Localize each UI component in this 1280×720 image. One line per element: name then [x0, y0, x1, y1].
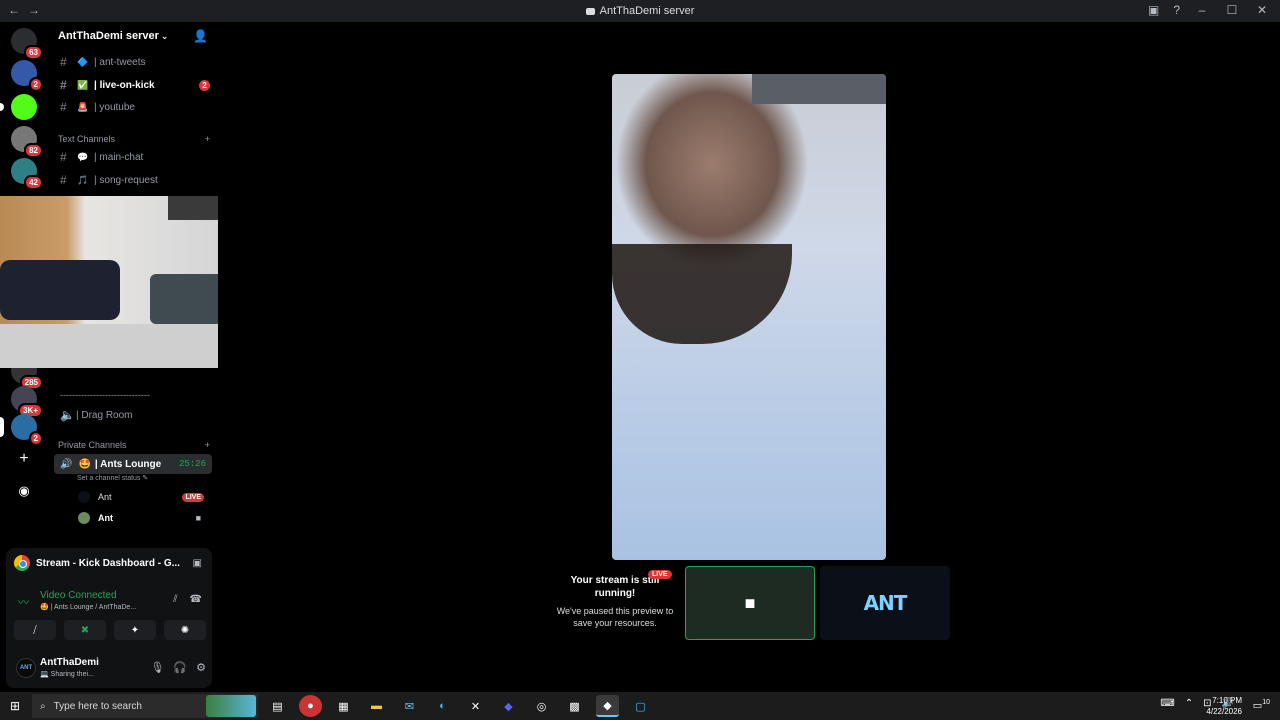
category-text-channels[interactable]: Text Channels + [58, 134, 210, 144]
add-channel-icon[interactable]: + [205, 440, 210, 450]
username: AntThaDemi [40, 657, 99, 668]
maximize-button[interactable]: ☐ [1224, 3, 1240, 17]
window-title: AntThaDemi server [0, 5, 1280, 17]
windows-taskbar: ⊞ ⌕ Type here to search ▤ ● ▦ ▬ ✉ ◐ ✕ ◆ … [0, 692, 1280, 720]
mail-icon[interactable]: ✉ [398, 695, 421, 717]
server-blue-waves[interactable]: 2 [11, 60, 43, 92]
task-view-icon[interactable]: ▤ [266, 695, 289, 717]
app-game-icon[interactable]: ▩ [563, 695, 586, 717]
chevron-up-icon[interactable]: ⌃ [1185, 698, 1193, 709]
stream-paused-message: Your stream is still running! We've paus… [556, 570, 674, 628]
voice-member[interactable]: Ant ■ [78, 509, 208, 527]
server-avatar-2[interactable]: 42 [11, 158, 43, 190]
channel-live-on-kick[interactable]: # ✅ | live-on-kick 2 [60, 75, 214, 95]
avatar: ANT [16, 658, 36, 678]
hash-icon: # [60, 150, 67, 164]
server-header[interactable]: AntThaDemi server ⌄ [58, 30, 168, 42]
chrome-icon [14, 555, 30, 571]
discord-active-icon[interactable]: ◆ [596, 695, 619, 717]
connection-status[interactable]: Video Connected [40, 590, 117, 601]
steam-icon[interactable]: ◎ [530, 695, 553, 717]
search-icon: ⌕ [40, 700, 46, 712]
channel-status-placeholder[interactable]: Set a channel status ✎ [77, 474, 148, 482]
keyboard-icon[interactable]: ⌨ [1160, 698, 1174, 709]
discord-icon [585, 7, 595, 15]
store-icon[interactable]: ▦ [332, 695, 355, 717]
voice-channel-ants-lounge[interactable]: 🔊 🤩 | Ants Lounge 25:26 [54, 454, 212, 474]
server-avatar-1[interactable]: 82 [11, 126, 43, 158]
windows-start-icon[interactable]: ⊞ [10, 699, 20, 713]
app-record-icon[interactable]: ● [299, 695, 322, 717]
camera-off-button[interactable]: ⧸ [14, 620, 56, 640]
server-kick[interactable] [0, 94, 37, 120]
hash-icon: # [60, 173, 67, 187]
microphone-icon[interactable]: 🎙 [150, 661, 164, 674]
voice-buttons: ⧸ ✖ ✦ ✺ [14, 620, 206, 640]
discover-icon[interactable]: ◉ [11, 478, 37, 504]
notification-icon[interactable]: ▭10 [1253, 699, 1270, 711]
taskbar-search[interactable]: ⌕ Type here to search [32, 694, 258, 718]
edge-icon[interactable]: ◐ [431, 695, 454, 717]
add-server-button[interactable]: + [11, 446, 37, 472]
noise-suppression-icon[interactable]: ⫽ [173, 594, 177, 605]
server-hidden-2[interactable]: 3K+ [11, 386, 43, 418]
hash-icon: # [60, 78, 67, 92]
file-explorer-icon[interactable]: ▬ [365, 695, 388, 717]
category-private-channels[interactable]: Private Channels + [58, 440, 210, 450]
avatar [78, 491, 90, 503]
divider-channel[interactable]: ------------------------------ [60, 390, 150, 400]
camera-icon: ■ [744, 592, 756, 613]
voice-panel: Stream - Kick Dashboard - G... ▣ 〰 Video… [6, 548, 212, 688]
channel-song-request[interactable]: # 🎵 | song-request [60, 170, 214, 190]
add-channel-icon[interactable]: + [205, 134, 210, 144]
participant-tile-ant[interactable]: ANT [820, 566, 950, 640]
channel-ant-tweets[interactable]: # 🔷 | ant-tweets [60, 52, 214, 72]
soundboard-button[interactable]: ✺ [164, 620, 206, 640]
title-bar: ← → AntThaDemi server ▣ ? – ☐ ✕ [0, 0, 1280, 22]
channel-youtube[interactable]: # 🚨 | youtube [60, 97, 214, 117]
activity-stream[interactable]: Stream - Kick Dashboard - G... ▣ [14, 554, 204, 572]
discord-home-button[interactable]: 63 [11, 28, 43, 60]
hash-icon: # [60, 100, 67, 114]
channel-main-chat[interactable]: # 💬 | main-chat [60, 147, 214, 167]
stop-stream-icon[interactable]: ▣ [193, 558, 202, 569]
speaker-icon: 🔊 [60, 458, 73, 470]
close-button[interactable]: ✕ [1254, 3, 1270, 17]
stream-stage: Your stream is still running! We've paus… [218, 22, 1280, 692]
activities-button[interactable]: ✦ [114, 620, 156, 640]
add-member-icon[interactable]: 👤 [193, 29, 208, 43]
avatar [78, 512, 90, 524]
screen-share-icon[interactable]: ▣ [1148, 3, 1159, 17]
discord-icon[interactable]: ◆ [497, 695, 520, 717]
voice-icons: ⫽ ☎ [173, 594, 202, 605]
user-panel[interactable]: ANT AntThaDemi 💻 Sharing thei... 🎙 🎧 ⚙ [14, 654, 208, 682]
live-badge: LIVE [648, 570, 672, 579]
disconnect-icon[interactable]: ☎ [190, 594, 202, 605]
app-blue-icon[interactable]: ▢ [629, 695, 652, 717]
hash-icon: # [60, 55, 67, 69]
gear-icon[interactable]: ⚙ [196, 661, 206, 674]
user-status: 💻 Sharing thei... [40, 671, 94, 678]
server-ant[interactable]: 2 [0, 414, 43, 446]
speaker-icon: 🔈 [60, 408, 75, 422]
participant-tile-camera[interactable]: ■ [685, 566, 815, 640]
signal-icon: 〰 [18, 597, 29, 609]
connection-location[interactable]: 🤩 | Ants Lounge / AntThaDe... [40, 603, 136, 611]
stream-video[interactable] [612, 74, 886, 560]
camera-icon: ■ [195, 513, 201, 523]
window-controls: ▣ ? – ☐ ✕ [1148, 3, 1270, 17]
screen-share-button[interactable]: ✖ [64, 620, 106, 640]
weather-widget[interactable] [206, 695, 256, 717]
channel-drag-room[interactable]: 🔈 | Drag Room [60, 405, 214, 425]
headphones-icon[interactable]: 🎧 [173, 661, 187, 674]
user-controls: 🎙 🎧 ⚙ [150, 661, 206, 674]
taskbar-clock[interactable]: 7:10 PM 4/22/2026 [1206, 695, 1242, 717]
app-capcut-icon[interactable]: ✕ [464, 695, 487, 717]
taskbar-apps: ▤ ● ▦ ▬ ✉ ◐ ✕ ◆ ◎ ▩ ◆ ▢ [266, 695, 652, 717]
help-icon[interactable]: ? [1173, 3, 1180, 17]
minimize-button[interactable]: – [1194, 3, 1210, 17]
voice-member[interactable]: Ant LIVE [78, 488, 208, 506]
